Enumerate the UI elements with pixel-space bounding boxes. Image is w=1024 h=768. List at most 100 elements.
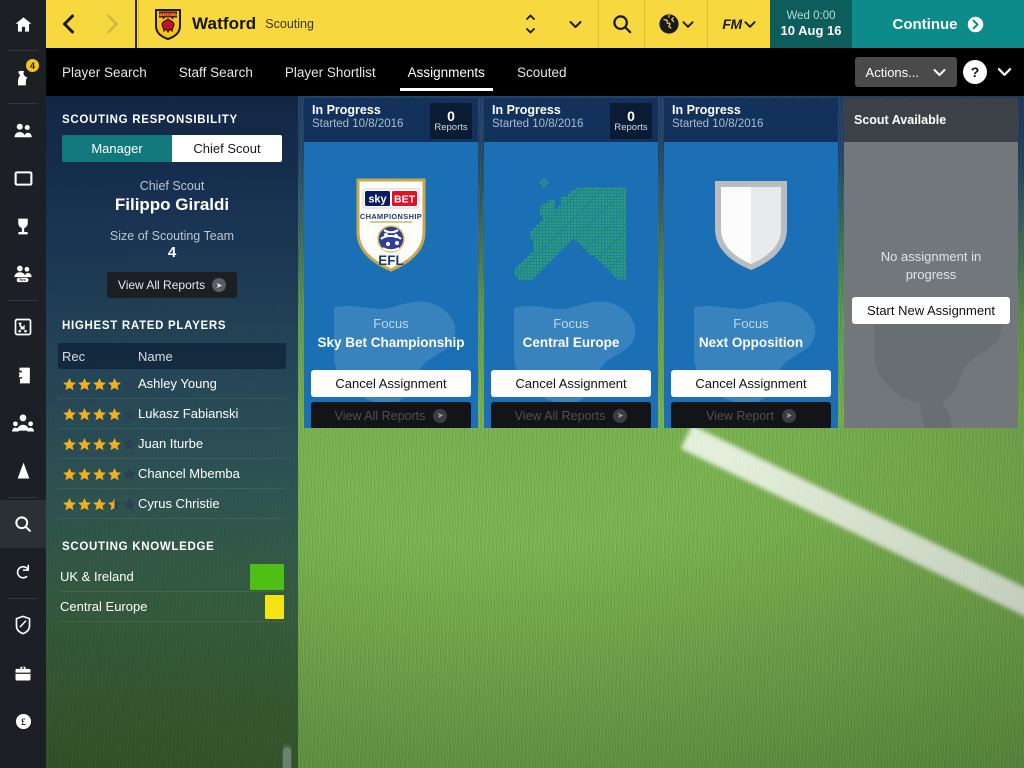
forward-button[interactable] bbox=[90, 0, 134, 48]
arrow-right-circle-icon: ➤ bbox=[781, 408, 796, 423]
players-scrollbar[interactable] bbox=[282, 743, 292, 768]
rail-item-transfers[interactable] bbox=[0, 548, 46, 596]
scout-available-card: Scout Available No assignment in progres… bbox=[844, 98, 1018, 428]
back-button[interactable] bbox=[46, 0, 90, 48]
rail-divider bbox=[8, 300, 38, 301]
tab-player-search[interactable]: Player Search bbox=[46, 48, 163, 96]
chief-scout-label: Chief Scout bbox=[139, 179, 205, 193]
tab-scouted[interactable]: Scouted bbox=[501, 48, 583, 96]
view-all-reports-label: View All Reports bbox=[117, 278, 206, 292]
tab-staff-search[interactable]: Staff Search bbox=[163, 48, 269, 96]
scrollbar-thumb[interactable] bbox=[283, 747, 291, 768]
cancel-assignment-button[interactable]: Cancel Assignment bbox=[491, 370, 651, 397]
scouting-sidebar: SCOUTING RESPONSIBILITY Manager Chief Sc… bbox=[46, 96, 298, 768]
segment-manager[interactable]: Manager bbox=[62, 135, 172, 162]
player-row[interactable]: Cyrus Christie bbox=[58, 489, 286, 519]
globe-icon bbox=[659, 14, 679, 34]
assignment-card[interactable]: In Progress Started 10/8/2016 0 Reports … bbox=[484, 98, 658, 428]
player-rating bbox=[58, 497, 138, 511]
player-name: Ashley Young bbox=[138, 376, 217, 391]
panel-expand-button[interactable] bbox=[997, 67, 1012, 77]
focus-label: Focus bbox=[733, 316, 769, 331]
card-header: In Progress Started 10/8/2016 0 Reports bbox=[484, 98, 658, 142]
svg-text:WATFORD: WATFORD bbox=[159, 13, 177, 17]
view-reports-label: View All Reports bbox=[334, 408, 426, 423]
card-body: Focus Central Europe Cancel Assignment V… bbox=[484, 142, 658, 428]
view-report-button[interactable]: View Report ➤ bbox=[671, 402, 831, 428]
card-body: sky BET CHAMPIONSHIP EFL Focus Sky Bet C… bbox=[304, 142, 478, 428]
nav-updown-button[interactable] bbox=[508, 0, 553, 48]
rail-item-training[interactable] bbox=[0, 303, 46, 351]
view-report-label: View Report bbox=[706, 408, 774, 423]
europe-map bbox=[512, 169, 630, 281]
rail-item-tactics[interactable] bbox=[0, 154, 46, 202]
card-artwork: sky BET CHAMPIONSHIP EFL bbox=[304, 150, 478, 300]
view-all-reports-button[interactable]: View All Reports ➤ bbox=[107, 272, 237, 298]
rail-item-inbox[interactable]: 4 bbox=[0, 53, 46, 101]
rail-item-finances[interactable]: £ bbox=[0, 697, 46, 745]
game-date-panel: Wed 0:00 10 Aug 16 bbox=[770, 0, 852, 48]
rail-item-scouting[interactable] bbox=[0, 500, 46, 548]
card-started: Started 10/8/2016 bbox=[672, 118, 764, 130]
cancel-assignment-button[interactable]: Cancel Assignment bbox=[311, 370, 471, 397]
header-divider bbox=[135, 0, 137, 48]
rail-item-reserves[interactable]: Res bbox=[0, 250, 46, 298]
rail-divider bbox=[8, 103, 38, 104]
view-reports-button[interactable]: View All Reports ➤ bbox=[311, 402, 471, 428]
card-status: In Progress bbox=[672, 103, 741, 117]
view-reports-button[interactable]: View All Reports ➤ bbox=[491, 402, 651, 428]
card-artwork bbox=[664, 150, 838, 300]
world-button[interactable] bbox=[645, 0, 707, 48]
cancel-assignment-button[interactable]: Cancel Assignment bbox=[671, 370, 831, 397]
focus-label: Focus bbox=[373, 316, 409, 331]
rail-divider bbox=[8, 50, 38, 51]
club-header[interactable]: WATFORD Watford Scouting bbox=[139, 0, 508, 48]
assignment-card[interactable]: In Progress Started 10/8/2016 Focus Next… bbox=[664, 98, 838, 428]
scout-available-title: Scout Available bbox=[844, 98, 1018, 142]
arrow-right-circle-icon: ➤ bbox=[433, 408, 448, 423]
chief-scout-name[interactable]: Filippo Giraldi bbox=[46, 195, 298, 215]
rail-divider bbox=[8, 598, 38, 599]
rail-item-club[interactable] bbox=[0, 601, 46, 649]
continue-button[interactable]: Continue bbox=[852, 0, 1024, 48]
fm-menu-button[interactable]: FM bbox=[708, 0, 770, 48]
rail-item-board[interactable] bbox=[0, 649, 46, 697]
knowledge-region: Central Europe bbox=[60, 599, 148, 614]
player-row[interactable]: Lukasz Fabianski bbox=[58, 399, 286, 429]
fm-logo: FM bbox=[722, 16, 742, 32]
player-rows: Ashley Young Lukasz Fabianski Juan Iturbe C… bbox=[46, 369, 298, 519]
tab-assignments[interactable]: Assignments bbox=[392, 48, 501, 96]
player-name: Cyrus Christie bbox=[138, 496, 220, 511]
nav-dropdown-button[interactable] bbox=[553, 0, 598, 48]
tab-player-shortlist[interactable]: Player Shortlist bbox=[269, 48, 392, 96]
player-row[interactable]: Ashley Young bbox=[58, 369, 286, 399]
rail-item-news[interactable] bbox=[0, 351, 46, 399]
rail-item-competitions[interactable] bbox=[0, 202, 46, 250]
knowledge-row: Central Europe bbox=[60, 592, 284, 622]
actions-label: Actions... bbox=[865, 64, 919, 80]
search-button[interactable] bbox=[599, 0, 644, 48]
rail-item-staff[interactable] bbox=[0, 399, 46, 447]
svg-text:£: £ bbox=[21, 717, 26, 727]
help-button[interactable]: ? bbox=[963, 60, 987, 84]
chevron-down-icon bbox=[997, 68, 1012, 76]
player-row[interactable]: Chancel Mbemba bbox=[58, 459, 286, 489]
actions-button[interactable]: Actions... bbox=[854, 57, 957, 87]
rail-item-home[interactable] bbox=[0, 0, 46, 48]
start-new-assignment-button[interactable]: Start New Assignment bbox=[852, 297, 1010, 324]
rail-item-development[interactable] bbox=[0, 447, 46, 495]
segment-chief-scout[interactable]: Chief Scout bbox=[172, 135, 282, 162]
card-body: Focus Next Opposition Cancel Assignment … bbox=[664, 142, 838, 428]
player-row[interactable]: Juan Iturbe bbox=[58, 429, 286, 459]
svg-text:CHAMPIONSHIP: CHAMPIONSHIP bbox=[360, 212, 422, 221]
column-name: Name bbox=[138, 348, 173, 364]
reports-label: Reports bbox=[614, 122, 648, 134]
player-rating bbox=[58, 437, 138, 451]
continue-label: Continue bbox=[892, 15, 958, 33]
knowledge-bar bbox=[250, 563, 284, 590]
svg-text:Res: Res bbox=[19, 278, 25, 282]
assignment-card[interactable]: In Progress Started 10/8/2016 0 Reports bbox=[304, 98, 478, 428]
rail-item-squad[interactable] bbox=[0, 106, 46, 154]
focus-value: Sky Bet Championship bbox=[317, 335, 465, 350]
knowledge-region: UK & Ireland bbox=[60, 569, 134, 584]
